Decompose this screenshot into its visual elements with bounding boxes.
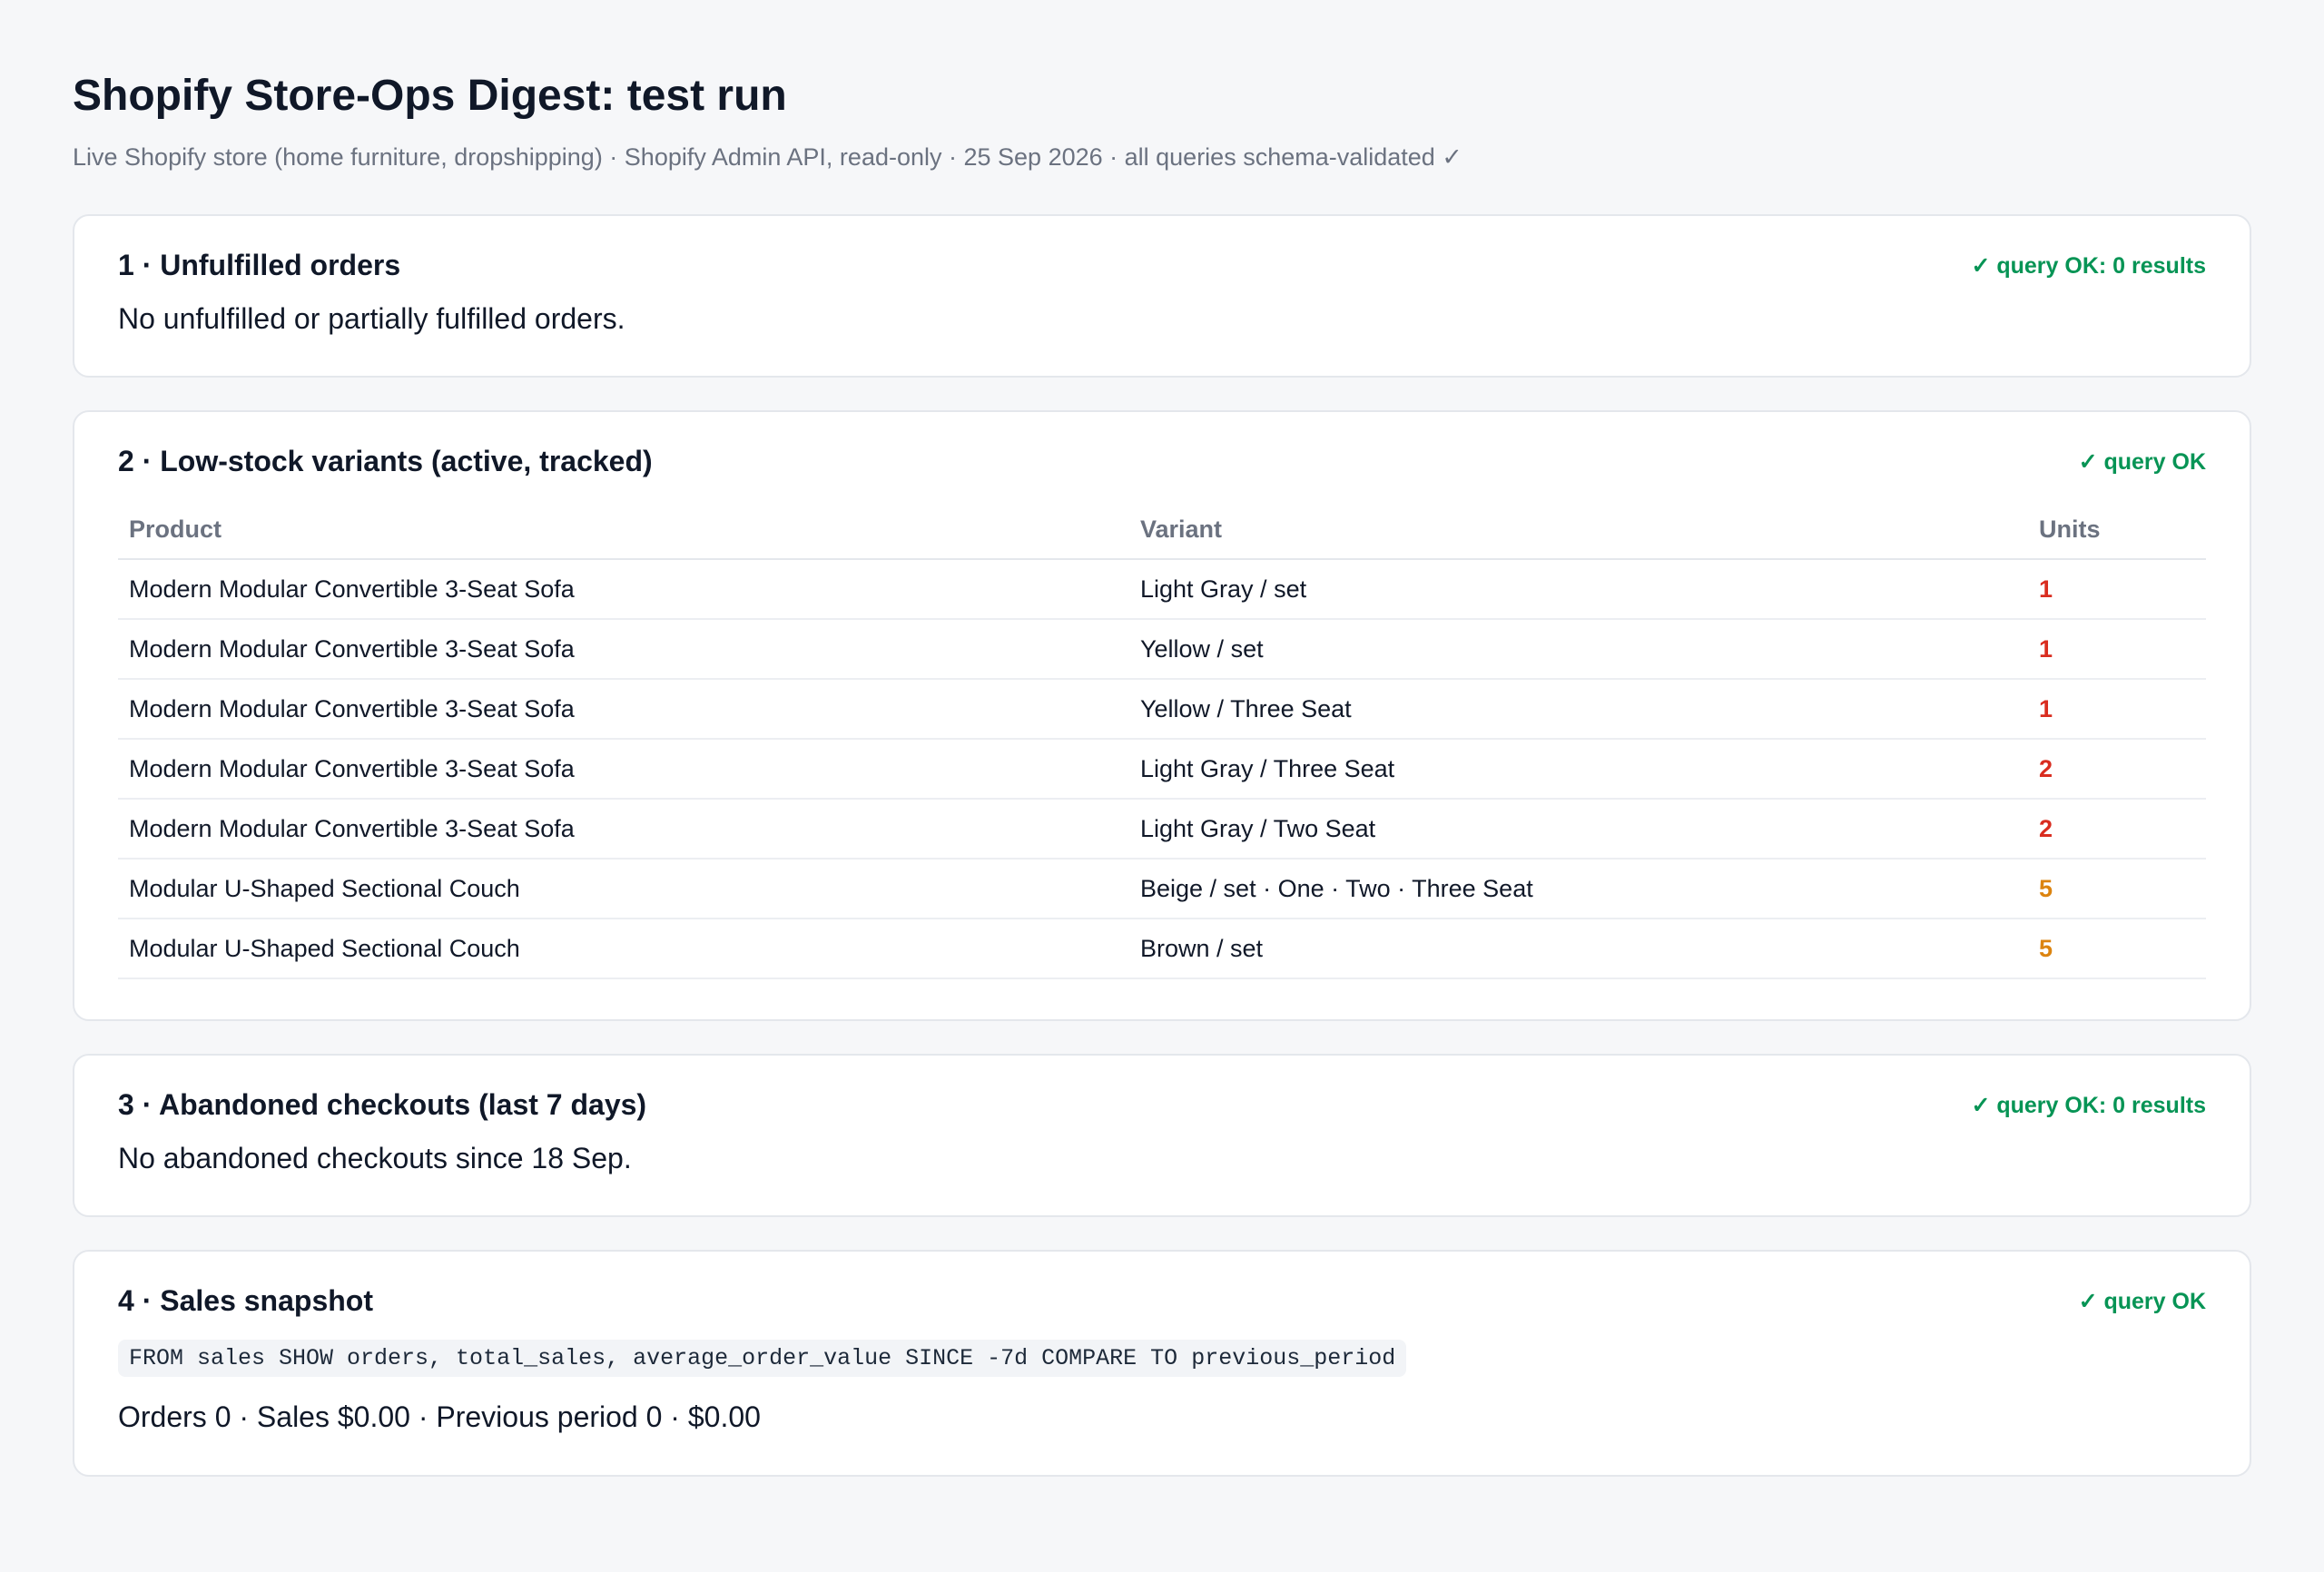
units-cell: 2 bbox=[2028, 739, 2206, 800]
table-row: Modern Modular Convertible 3-Seat Sofa Y… bbox=[118, 679, 2206, 740]
page-subtitle: Live Shopify store (home furniture, drop… bbox=[73, 143, 1462, 171]
units-cell: 1 bbox=[2028, 679, 2206, 740]
query-status-badge: ✓ query OK: 0 results bbox=[1971, 1092, 2206, 1118]
section-title: 4 · Sales snapshot bbox=[118, 1284, 373, 1317]
low-stock-table: Product Variant Units Modern Modular Con… bbox=[118, 500, 2206, 979]
variant-cell: Yellow / Three Seat bbox=[1129, 679, 2028, 740]
empty-state-message: No abandoned checkouts since 18 Sep. bbox=[118, 1142, 632, 1174]
units-cell: 5 bbox=[2028, 919, 2206, 979]
variant-cell: Beige / set · One · Two · Three Seat bbox=[1129, 859, 2028, 919]
table-row: Modern Modular Convertible 3-Seat Sofa Y… bbox=[118, 619, 2206, 680]
variant-cell: Yellow / set bbox=[1129, 619, 2028, 680]
query-status-badge: ✓ query OK bbox=[2078, 448, 2206, 475]
card-header: 4 · Sales snapshot ✓ query OK bbox=[118, 1284, 2206, 1318]
product-cell: Modern Modular Convertible 3-Seat Sofa bbox=[118, 679, 1129, 740]
table-row: Modular U-Shaped Sectional Couch Beige /… bbox=[118, 859, 2206, 919]
table-row: Modern Modular Convertible 3-Seat Sofa L… bbox=[118, 799, 2206, 860]
product-cell: Modular U-Shaped Sectional Couch bbox=[118, 859, 1129, 919]
query-wrapper: FROM sales SHOW orders, total_sales, ave… bbox=[118, 1340, 2206, 1377]
table-row: Modular U-Shaped Sectional Couch Brown /… bbox=[118, 919, 2206, 979]
low-stock-card: 2 · Low-stock variants (active, tracked)… bbox=[73, 410, 2251, 1021]
page-title: Shopify Store-Ops Digest: test run bbox=[73, 72, 787, 120]
query-status-badge: ✓ query OK bbox=[2078, 1288, 2206, 1314]
column-header-product[interactable]: Product bbox=[118, 500, 1129, 560]
query-status-badge: ✓ query OK: 0 results bbox=[1971, 252, 2206, 279]
variant-cell: Light Gray / Two Seat bbox=[1129, 799, 2028, 860]
table-row: Modern Modular Convertible 3-Seat Sofa L… bbox=[118, 739, 2206, 800]
empty-state-message: No unfulfilled or partially fulfilled or… bbox=[118, 302, 625, 335]
table-header-row: Product Variant Units bbox=[118, 500, 2206, 560]
card-header: 2 · Low-stock variants (active, tracked)… bbox=[118, 445, 2206, 478]
card-header: 3 · Abandoned checkouts (last 7 days) ✓ … bbox=[118, 1088, 2206, 1122]
card-header: 1 · Unfulfilled orders ✓ query OK: 0 res… bbox=[118, 249, 2206, 282]
product-cell: Modern Modular Convertible 3-Seat Sofa bbox=[118, 799, 1129, 860]
abandoned-checkouts-card: 3 · Abandoned checkouts (last 7 days) ✓ … bbox=[73, 1054, 2251, 1217]
digest-page: Shopify Store-Ops Digest: test run Live … bbox=[0, 0, 2324, 1477]
variant-cell: Light Gray / Three Seat bbox=[1129, 739, 2028, 800]
section-title: 2 · Low-stock variants (active, tracked) bbox=[118, 445, 653, 477]
product-cell: Modern Modular Convertible 3-Seat Sofa bbox=[118, 739, 1129, 800]
product-cell: Modular U-Shaped Sectional Couch bbox=[118, 919, 1129, 979]
column-header-variant[interactable]: Variant bbox=[1129, 500, 2028, 560]
variant-cell: Light Gray / set bbox=[1129, 559, 2028, 620]
column-header-units[interactable]: Units bbox=[2028, 500, 2206, 560]
sales-snapshot-card: 4 · Sales snapshot ✓ query OK FROM sales… bbox=[73, 1250, 2251, 1477]
units-cell: 1 bbox=[2028, 619, 2206, 680]
product-cell: Modern Modular Convertible 3-Seat Sofa bbox=[118, 619, 1129, 680]
units-cell: 5 bbox=[2028, 859, 2206, 919]
table-row: Modern Modular Convertible 3-Seat Sofa L… bbox=[118, 559, 2206, 620]
section-title: 3 · Abandoned checkouts (last 7 days) bbox=[118, 1088, 647, 1121]
variant-cell: Brown / set bbox=[1129, 919, 2028, 979]
unfulfilled-orders-card: 1 · Unfulfilled orders ✓ query OK: 0 res… bbox=[73, 214, 2251, 378]
product-cell: Modern Modular Convertible 3-Seat Sofa bbox=[118, 559, 1129, 620]
sales-query-code: FROM sales SHOW orders, total_sales, ave… bbox=[118, 1340, 1407, 1377]
section-title: 1 · Unfulfilled orders bbox=[118, 249, 401, 281]
sales-summary: Orders 0 · Sales $0.00 · Previous period… bbox=[118, 1400, 761, 1433]
units-cell: 2 bbox=[2028, 799, 2206, 860]
units-cell: 1 bbox=[2028, 559, 2206, 620]
